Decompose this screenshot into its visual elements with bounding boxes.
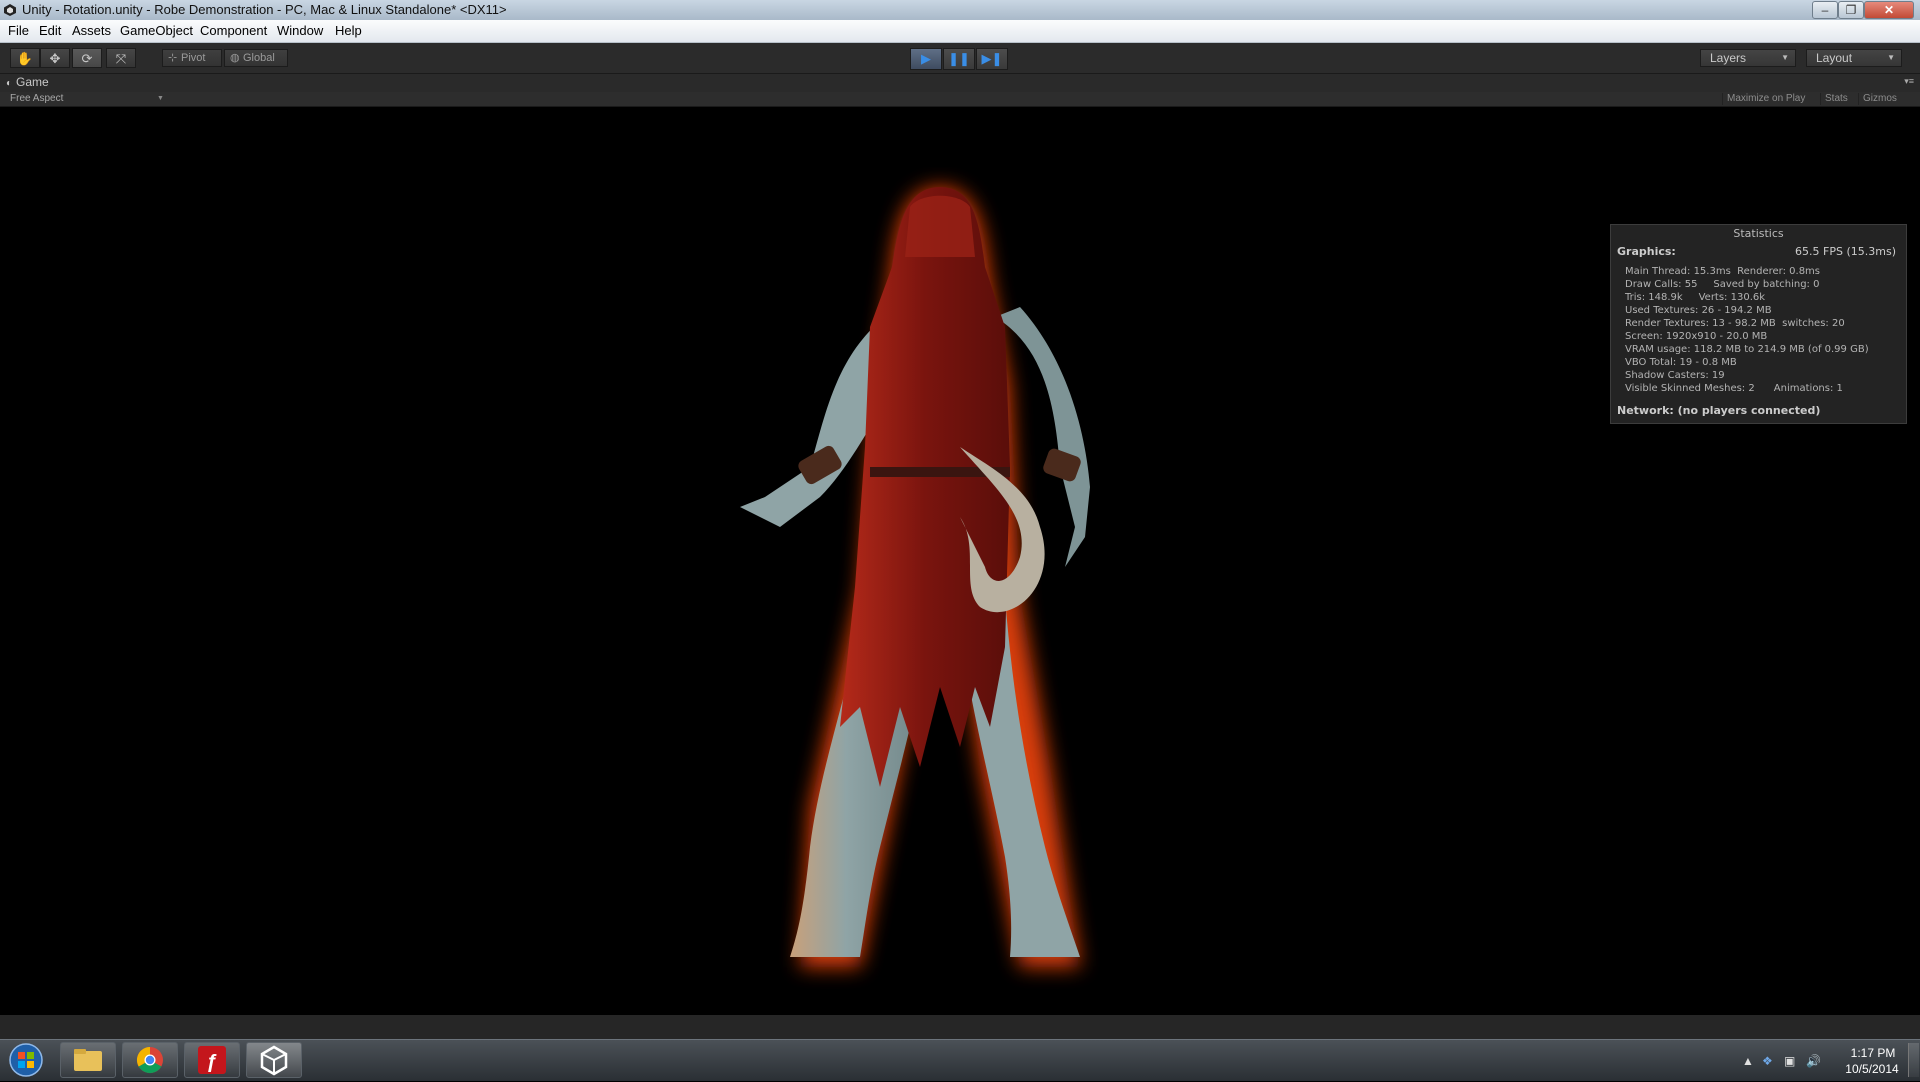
svg-text:ƒ: ƒ bbox=[206, 1051, 217, 1073]
scale-icon: ⤧ bbox=[115, 51, 127, 66]
robed-creature-render bbox=[740, 187, 1090, 967]
chevron-down-icon: ▼ bbox=[1887, 53, 1895, 62]
pacman-icon: ◐ bbox=[6, 78, 13, 89]
taskbar-unity[interactable] bbox=[246, 1042, 302, 1078]
tray-expand-icon[interactable]: ▲ bbox=[1742, 1054, 1754, 1068]
step-icon: ▶❚ bbox=[981, 51, 1003, 66]
layers-dropdown[interactable]: Layers ▼ bbox=[1700, 49, 1796, 67]
play-button[interactable]: ▶ bbox=[910, 48, 942, 70]
folder-icon bbox=[74, 1049, 102, 1071]
move-tool-button[interactable]: ✥ bbox=[40, 48, 70, 68]
fps-value: 65.5 FPS (15.3ms) bbox=[1795, 245, 1896, 258]
menu-bar: File Edit Assets GameObject Component Wi… bbox=[0, 20, 1920, 43]
taskbar-flash[interactable]: ƒ bbox=[184, 1042, 240, 1078]
hand-icon: ✋ bbox=[16, 51, 34, 66]
stat-line: Screen: 1920x910 - 20.0 MB bbox=[1625, 331, 1768, 342]
tab-game[interactable]: ◐ Game bbox=[6, 75, 49, 89]
flash-icon: ƒ bbox=[198, 1046, 226, 1074]
windows-taskbar: ƒ ▲ ❖ ▣ 🔊 1:17 PM 10/5/2014 bbox=[0, 1039, 1920, 1081]
pivot-toggle[interactable]: ⊹ Pivot bbox=[162, 49, 222, 67]
layout-dropdown[interactable]: Layout ▼ bbox=[1806, 49, 1902, 67]
stats-lines: Main Thread: 15.3ms Renderer: 0.8ms Draw… bbox=[1625, 265, 1869, 395]
menu-gameobject[interactable]: GameObject bbox=[120, 23, 193, 38]
volume-icon[interactable]: 🔊 bbox=[1806, 1054, 1821, 1068]
game-viewport[interactable]: Statistics Graphics: 65.5 FPS (15.3ms) M… bbox=[0, 107, 1920, 1015]
close-button[interactable]: ✕ bbox=[1864, 1, 1914, 19]
layers-label: Layers bbox=[1710, 51, 1747, 65]
unity-app-icon bbox=[4, 4, 16, 16]
global-toggle[interactable]: ◍ Global bbox=[224, 49, 288, 67]
window-title-bar[interactable]: Unity - Rotation.unity - Robe Demonstrat… bbox=[0, 0, 1920, 20]
network-icon[interactable]: ▣ bbox=[1784, 1054, 1795, 1068]
maximize-button[interactable]: ❐ bbox=[1838, 1, 1864, 19]
game-view-bar: Free Aspect ▼ Maximize on Play Stats Giz… bbox=[0, 92, 1920, 107]
global-label: Global bbox=[243, 52, 275, 64]
stat-line: Shadow Casters: 19 bbox=[1625, 370, 1725, 381]
chevron-down-icon: ▼ bbox=[157, 95, 164, 102]
hand-tool-button[interactable]: ✋ bbox=[10, 48, 40, 68]
rotate-icon: ⟳ bbox=[81, 51, 93, 66]
menu-edit[interactable]: Edit bbox=[39, 23, 61, 38]
play-icon: ▶ bbox=[921, 51, 931, 66]
menu-assets[interactable]: Assets bbox=[72, 23, 111, 38]
stat-line: Tris: 148.9k Verts: 130.6k bbox=[1625, 292, 1766, 303]
pause-button[interactable]: ❚❚ bbox=[943, 48, 975, 70]
stat-line: VRAM usage: 118.2 MB to 214.9 MB (of 0.9… bbox=[1625, 344, 1869, 355]
pivot-label: Pivot bbox=[181, 52, 206, 64]
menu-window[interactable]: Window bbox=[277, 23, 323, 38]
statistics-panel: Statistics Graphics: 65.5 FPS (15.3ms) M… bbox=[1610, 224, 1907, 424]
menu-component[interactable]: Component bbox=[200, 23, 267, 38]
unity-icon bbox=[260, 1045, 288, 1076]
show-desktop-button[interactable] bbox=[1908, 1043, 1919, 1077]
stat-line: Render Textures: 13 - 98.2 MB switches: … bbox=[1625, 318, 1845, 329]
panel-menu-icon[interactable]: ▾≡ bbox=[1904, 76, 1914, 87]
step-button[interactable]: ▶❚ bbox=[976, 48, 1008, 70]
chevron-down-icon: ▼ bbox=[1781, 53, 1789, 62]
move-icon: ✥ bbox=[49, 51, 61, 66]
pause-icon: ❚❚ bbox=[948, 51, 970, 66]
stat-line: Visible Skinned Meshes: 2 Animations: 1 bbox=[1625, 383, 1843, 394]
taskbar-explorer[interactable] bbox=[60, 1042, 116, 1078]
network-status: Network: (no players connected) bbox=[1617, 404, 1821, 417]
statistics-title: Statistics bbox=[1733, 227, 1784, 240]
minimize-button[interactable]: – bbox=[1812, 1, 1838, 19]
game-view-header: ◐ Game ▾≡ bbox=[0, 74, 1920, 92]
taskbar-chrome[interactable] bbox=[122, 1042, 178, 1078]
pivot-icon: ⊹ bbox=[168, 52, 178, 64]
game-tab-label: Game bbox=[16, 75, 49, 89]
menu-help[interactable]: Help bbox=[335, 23, 362, 38]
stat-line: Draw Calls: 55 Saved by batching: 0 bbox=[1625, 279, 1820, 290]
stat-line: Main Thread: 15.3ms Renderer: 0.8ms bbox=[1625, 266, 1821, 277]
clock-date[interactable]: 10/5/2014 bbox=[1840, 1062, 1904, 1076]
graphics-label: Graphics: bbox=[1617, 245, 1676, 258]
chrome-icon bbox=[136, 1046, 163, 1074]
clock-time[interactable]: 1:17 PM bbox=[1846, 1046, 1900, 1060]
rotate-tool-button[interactable]: ⟳ bbox=[72, 48, 102, 68]
windows-start-button[interactable] bbox=[4, 1042, 48, 1078]
dropbox-icon[interactable]: ❖ bbox=[1762, 1054, 1773, 1068]
window-title: Unity - Rotation.unity - Robe Demonstrat… bbox=[22, 2, 507, 17]
editor-bottom-strip bbox=[0, 1015, 1920, 1039]
globe-icon: ◍ bbox=[230, 52, 240, 64]
layout-label: Layout bbox=[1816, 51, 1853, 65]
stats-toggle[interactable]: Stats bbox=[1820, 93, 1852, 105]
gizmos-dropdown[interactable]: Gizmos bbox=[1858, 93, 1901, 105]
maximize-on-play-toggle[interactable]: Maximize on Play bbox=[1722, 93, 1809, 105]
toolbar: ✋ ✥ ⟳ ⤧ ⊹ Pivot ◍ Global ▶ ❚❚ ▶❚ Layers … bbox=[0, 43, 1920, 74]
stat-line: Used Textures: 26 - 194.2 MB bbox=[1625, 305, 1772, 316]
stat-line: VBO Total: 19 - 0.8 MB bbox=[1625, 357, 1737, 368]
aspect-dropdown[interactable]: Free Aspect bbox=[10, 92, 63, 106]
scale-tool-button[interactable]: ⤧ bbox=[106, 48, 136, 68]
menu-file[interactable]: File bbox=[8, 23, 29, 38]
